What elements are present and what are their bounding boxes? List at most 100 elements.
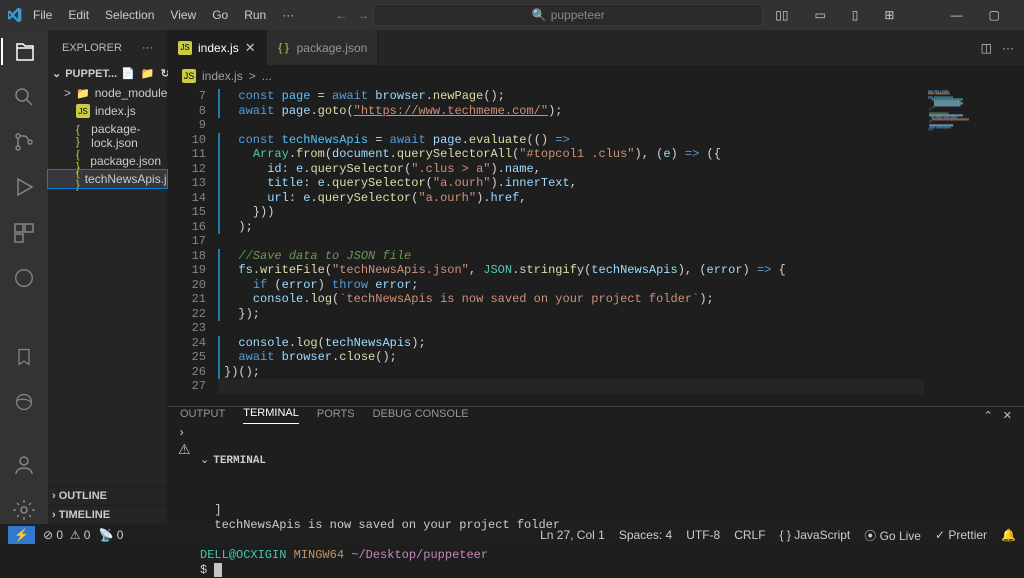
code-line-24[interactable]: console.log(techNewsApis); [218,336,924,351]
close-panel-icon[interactable]: ✕ [1003,409,1012,422]
panel-tab-debug console[interactable]: DEBUG CONSOLE [373,408,469,424]
menubar: FileEditSelectionViewGoRun··· [26,4,301,26]
code-line-22[interactable]: }); [218,307,924,322]
toggle-secondary-sidebar-icon[interactable]: ▯ [844,4,867,26]
toggle-panel-icon[interactable]: ▭ [806,4,833,26]
status-encoding[interactable]: UTF-8 [686,528,720,542]
panel-tab-ports[interactable]: PORTS [317,408,355,424]
notifications-icon[interactable]: 🔔 [1001,528,1016,542]
code-line-10[interactable]: const techNewsApis = await page.evaluate… [218,133,924,148]
folder-header[interactable]: ⌄ PUPPET... 📄 📁 ↻ ⊟ [48,65,167,82]
status-errors[interactable]: ⊘ 0 ⚠ 0 [43,528,91,542]
code-line-27[interactable] [218,379,924,394]
timeline-section[interactable]: › TIMELINE [48,505,167,524]
file-techNewsApis.json[interactable]: { }techNewsApis.json [48,170,167,188]
chevron-down-icon: ⌄ [52,67,61,80]
menu-run[interactable]: Run [237,4,273,26]
code-line-7[interactable]: const page = await browser.newPage(); [218,89,924,104]
tab-index.js[interactable]: JSindex.js✕ [168,30,267,65]
docker-icon[interactable] [10,264,38,291]
customize-layout-icon[interactable]: ⊞ [876,4,902,26]
run-debug-icon[interactable] [10,174,38,201]
nav-forward-icon[interactable]: → [357,8,369,22]
code-line-20[interactable]: if (error) throw error; [218,278,924,293]
code-line-8[interactable]: await page.goto("https://www.techmeme.co… [218,104,924,119]
line-number-gutter: 789101112131415161718192021222324252627 [168,87,218,406]
toggle-primary-sidebar-icon[interactable]: ▯▯ [767,4,796,26]
code-line-19[interactable]: fs.writeFile("techNewsApis.json", JSON.s… [218,263,924,278]
code-line-12[interactable]: id: e.querySelector(".clus > a").name, [218,162,924,177]
activity-bar [0,30,48,524]
sidebar: EXPLORER ··· ⌄ PUPPET... 📄 📁 ↻ ⊟ >📁node_… [48,30,168,524]
search-icon[interactable] [10,83,38,110]
code-line-18[interactable]: //Save data to JSON file [218,249,924,264]
file-tree: >📁node_modulesJSindex.js{ }package-lock.… [48,82,167,190]
file-node_modules[interactable]: >📁node_modules [48,84,167,102]
folder-icon: 📁 [76,86,90,100]
edge-icon[interactable] [10,388,38,415]
explorer-icon[interactable] [1,38,47,65]
chevron-down-icon[interactable]: ⌄ [200,454,209,469]
terminal[interactable]: › ⚠ ⌄ TERMINAL ] techNewsApis is now sav… [168,424,1024,578]
code-line-13[interactable]: title: e.querySelector("a.ourh").innerTe… [218,176,924,191]
panel-tab-output[interactable]: OUTPUT [180,408,225,424]
menu-edit[interactable]: Edit [61,4,96,26]
status-cursor[interactable]: Ln 27, Col 1 [540,528,605,542]
new-folder-icon[interactable]: 📁 [141,67,155,80]
breadcrumb[interactable]: JS index.js > ... [168,65,1024,87]
menu-file[interactable]: File [26,4,59,26]
chevron-right-icon[interactable]: › [178,426,200,440]
status-eol[interactable]: CRLF [734,528,765,542]
command-center[interactable]: 🔍 puppeteer [373,4,763,26]
status-spaces[interactable]: Spaces: 4 [619,528,672,542]
close-icon[interactable]: ✕ [1018,4,1024,26]
code-line-11[interactable]: Array.from(document.querySelectorAll("#t… [218,147,924,162]
outline-section[interactable]: › OUTLINE [48,486,167,505]
minimize-icon[interactable]: — [942,4,970,26]
maximize-panel-icon[interactable]: ⌃ [984,409,993,422]
code-line-21[interactable]: console.log(`techNewsApis is now saved o… [218,292,924,307]
status-ports[interactable]: 📡 0 [98,528,123,542]
menu-···[interactable]: ··· [275,4,301,26]
editor[interactable]: 789101112131415161718192021222324252627 … [168,87,1024,406]
menu-selection[interactable]: Selection [98,4,161,26]
file-package.json[interactable]: { }package.json [48,152,167,170]
maximize-icon[interactable]: ▢ [980,4,1007,26]
account-icon[interactable] [10,452,38,479]
code-line-26[interactable]: })(); [218,365,924,380]
code-area[interactable]: const page = await browser.newPage(); aw… [218,87,924,406]
remote-icon[interactable]: ⚡ [8,526,35,544]
code-line-15[interactable]: })) [218,205,924,220]
code-line-25[interactable]: await browser.close(); [218,350,924,365]
gear-icon[interactable] [10,497,38,524]
more-icon[interactable]: ··· [142,42,153,54]
status-go-live[interactable]: ⦿ Go Live [864,527,921,544]
nav-back-icon[interactable]: ← [335,8,347,22]
status-language[interactable]: { } JavaScript [780,528,851,542]
code-line-9[interactable] [218,118,924,133]
title-bar: FileEditSelectionViewGoRun··· ← → 🔍 pupp… [0,0,1024,30]
bookmark-icon[interactable] [10,343,38,370]
status-prettier[interactable]: ✓ Prettier [935,528,987,542]
more-actions-icon[interactable]: ··· [1002,41,1014,55]
json-file-icon: { } [76,129,86,143]
code-line-14[interactable]: url: e.querySelector("a.ourh").href, [218,191,924,206]
source-control-icon[interactable] [10,129,38,156]
extensions-icon[interactable] [10,219,38,246]
close-tab-icon[interactable]: ✕ [245,40,256,56]
menu-go[interactable]: Go [205,4,235,26]
tab-package.json[interactable]: { }package.json [267,30,379,65]
code-line-16[interactable]: ); [218,220,924,235]
code-line-17[interactable] [218,234,924,249]
new-file-icon[interactable]: 📄 [121,67,135,80]
main-editor-area: JSindex.js✕{ }package.json ◫ ··· JS inde… [168,30,1024,524]
minimap[interactable]: ████ ████ █ █████ █████ ████████████ ███… [924,87,1024,406]
bottom-panel: OUTPUTTERMINALPORTSDEBUG CONSOLE ⌃ ✕ › ⚠… [168,406,1024,524]
panel-tab-terminal[interactable]: TERMINAL [243,407,299,424]
split-editor-icon[interactable]: ◫ [981,41,992,55]
file-index.js[interactable]: JSindex.js [48,102,167,120]
menu-view[interactable]: View [163,4,203,26]
file-package-lock.json[interactable]: { }package-lock.json [48,120,167,152]
terminal-line: ] [200,503,1014,518]
code-line-23[interactable] [218,321,924,336]
